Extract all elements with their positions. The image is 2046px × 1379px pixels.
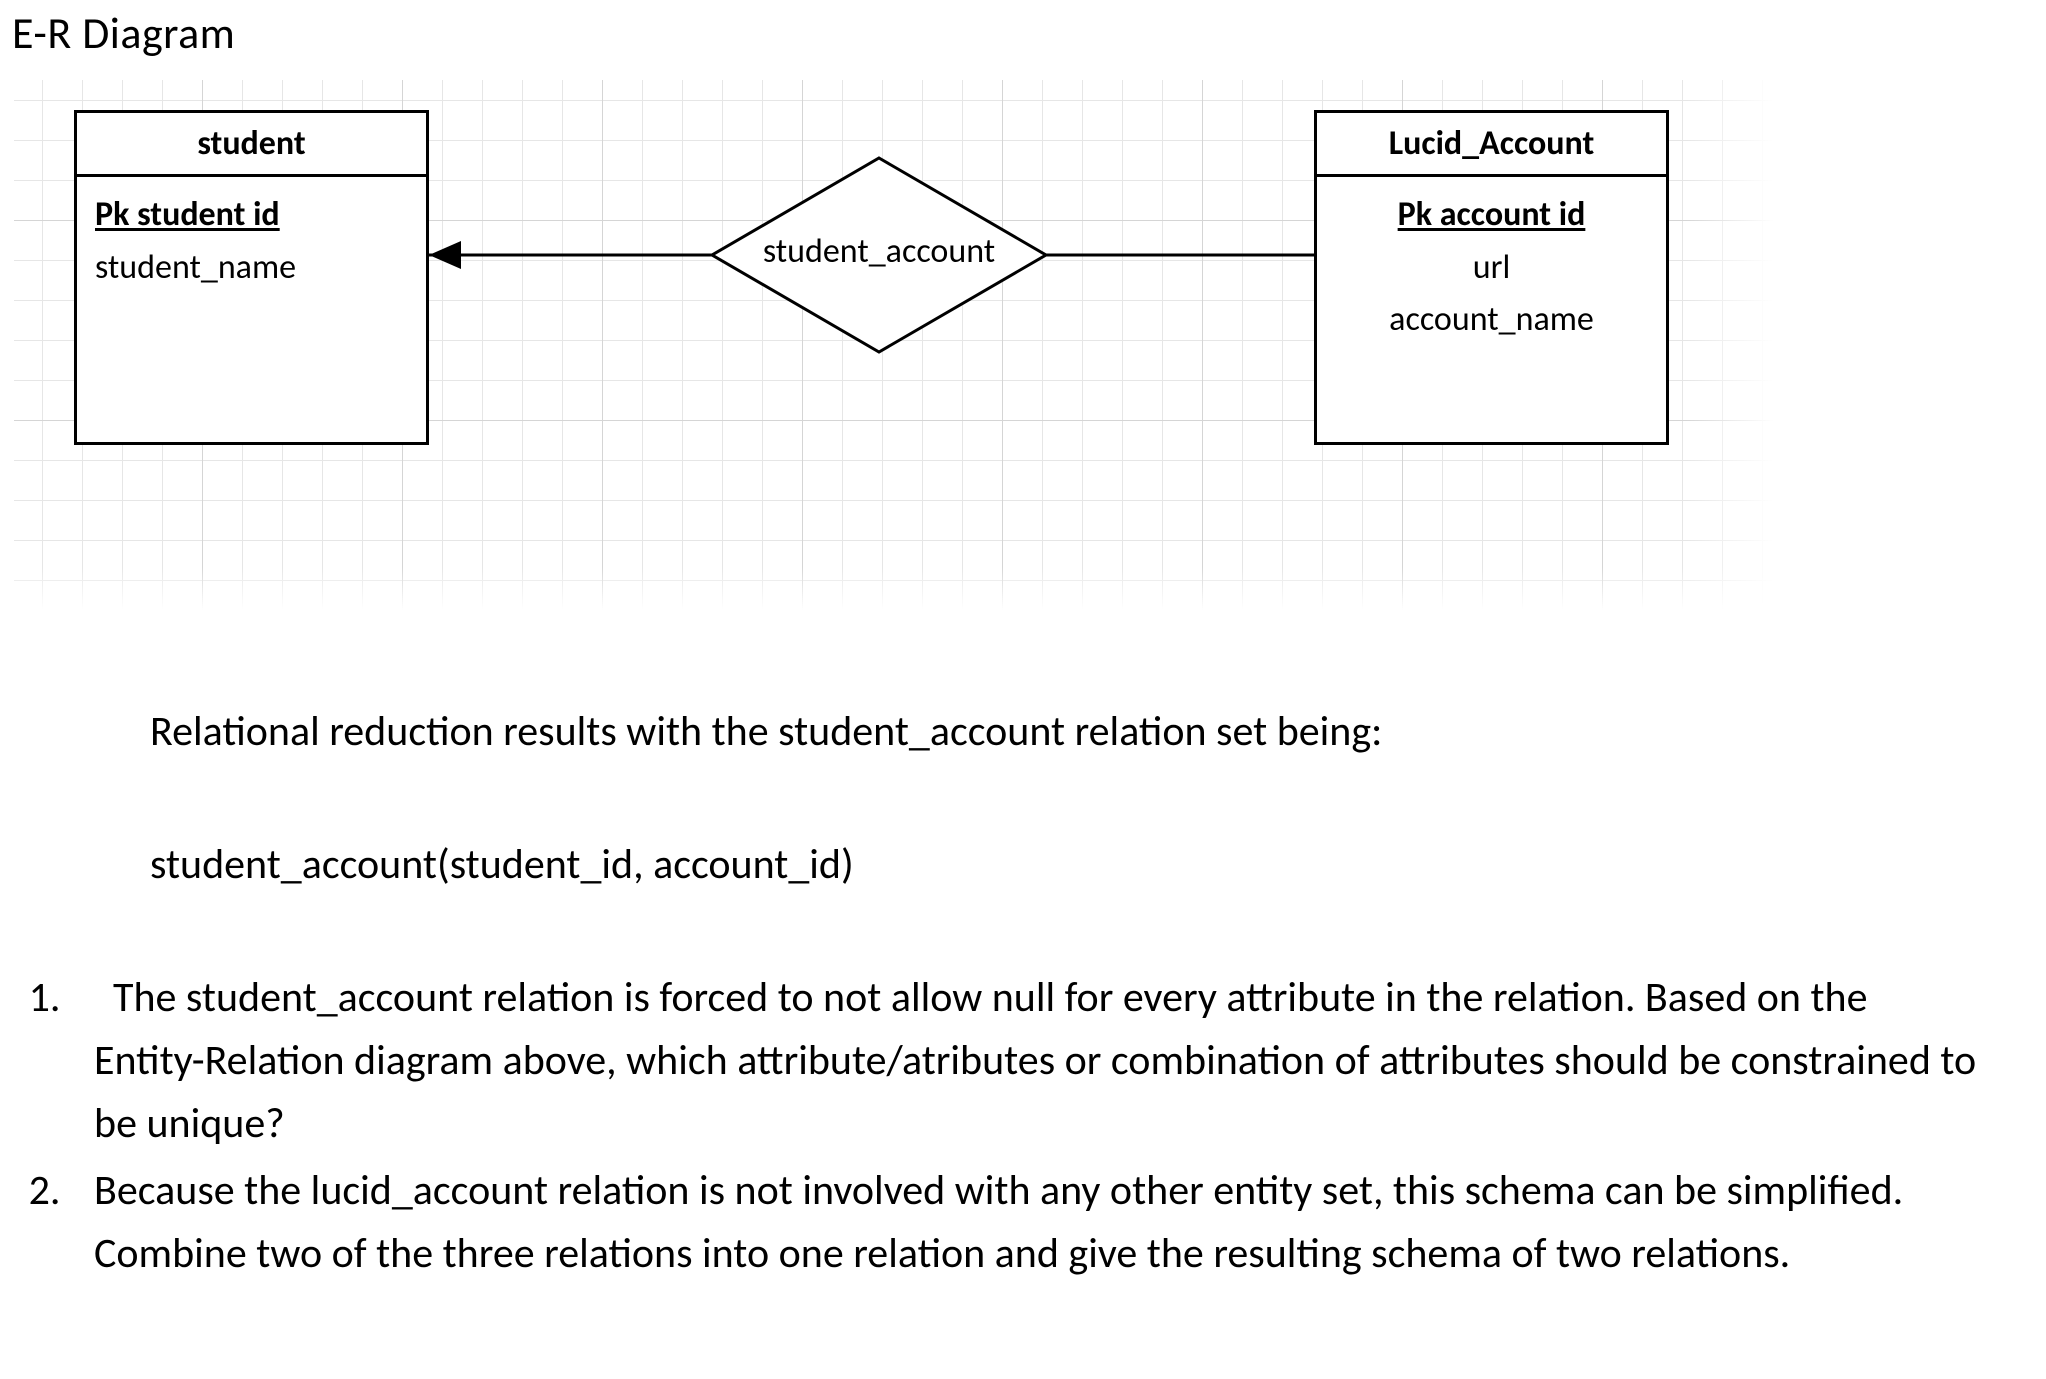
entity-student-pk: Pk student id <box>95 189 408 242</box>
entity-lucid-account-pk: Pk account id <box>1335 189 1648 242</box>
body-text: Relational reduction results with the st… <box>150 700 1986 1285</box>
entity-lucid-account-title: Lucid_Account <box>1317 113 1666 174</box>
question-list: The student_account relation is forced t… <box>70 966 1986 1285</box>
relationship-label: student_account <box>763 231 995 272</box>
entity-lucid-account-attr-1: account_name <box>1335 294 1648 347</box>
entity-student-attr-0: student_name <box>95 242 408 295</box>
entity-lucid-account: Lucid_Account Pk account id url account_… <box>1314 110 1669 445</box>
relationship-student-account: student_account <box>709 155 1049 355</box>
question-1: The student_account relation is forced t… <box>70 966 1986 1155</box>
intro-text: Relational reduction results with the st… <box>150 700 1986 763</box>
question-2: Because the lucid_account relation is no… <box>70 1159 1986 1285</box>
entity-student-title: student <box>77 113 426 174</box>
entity-lucid-account-attr-0: url <box>1335 242 1648 295</box>
er-diagram: student Pk student id student_name stude… <box>14 80 1774 610</box>
schema-text: student_account(student_id, account_id) <box>150 833 1986 896</box>
entity-student: student Pk student id student_name <box>74 110 429 445</box>
page-title: E-R Diagram <box>12 6 2046 60</box>
